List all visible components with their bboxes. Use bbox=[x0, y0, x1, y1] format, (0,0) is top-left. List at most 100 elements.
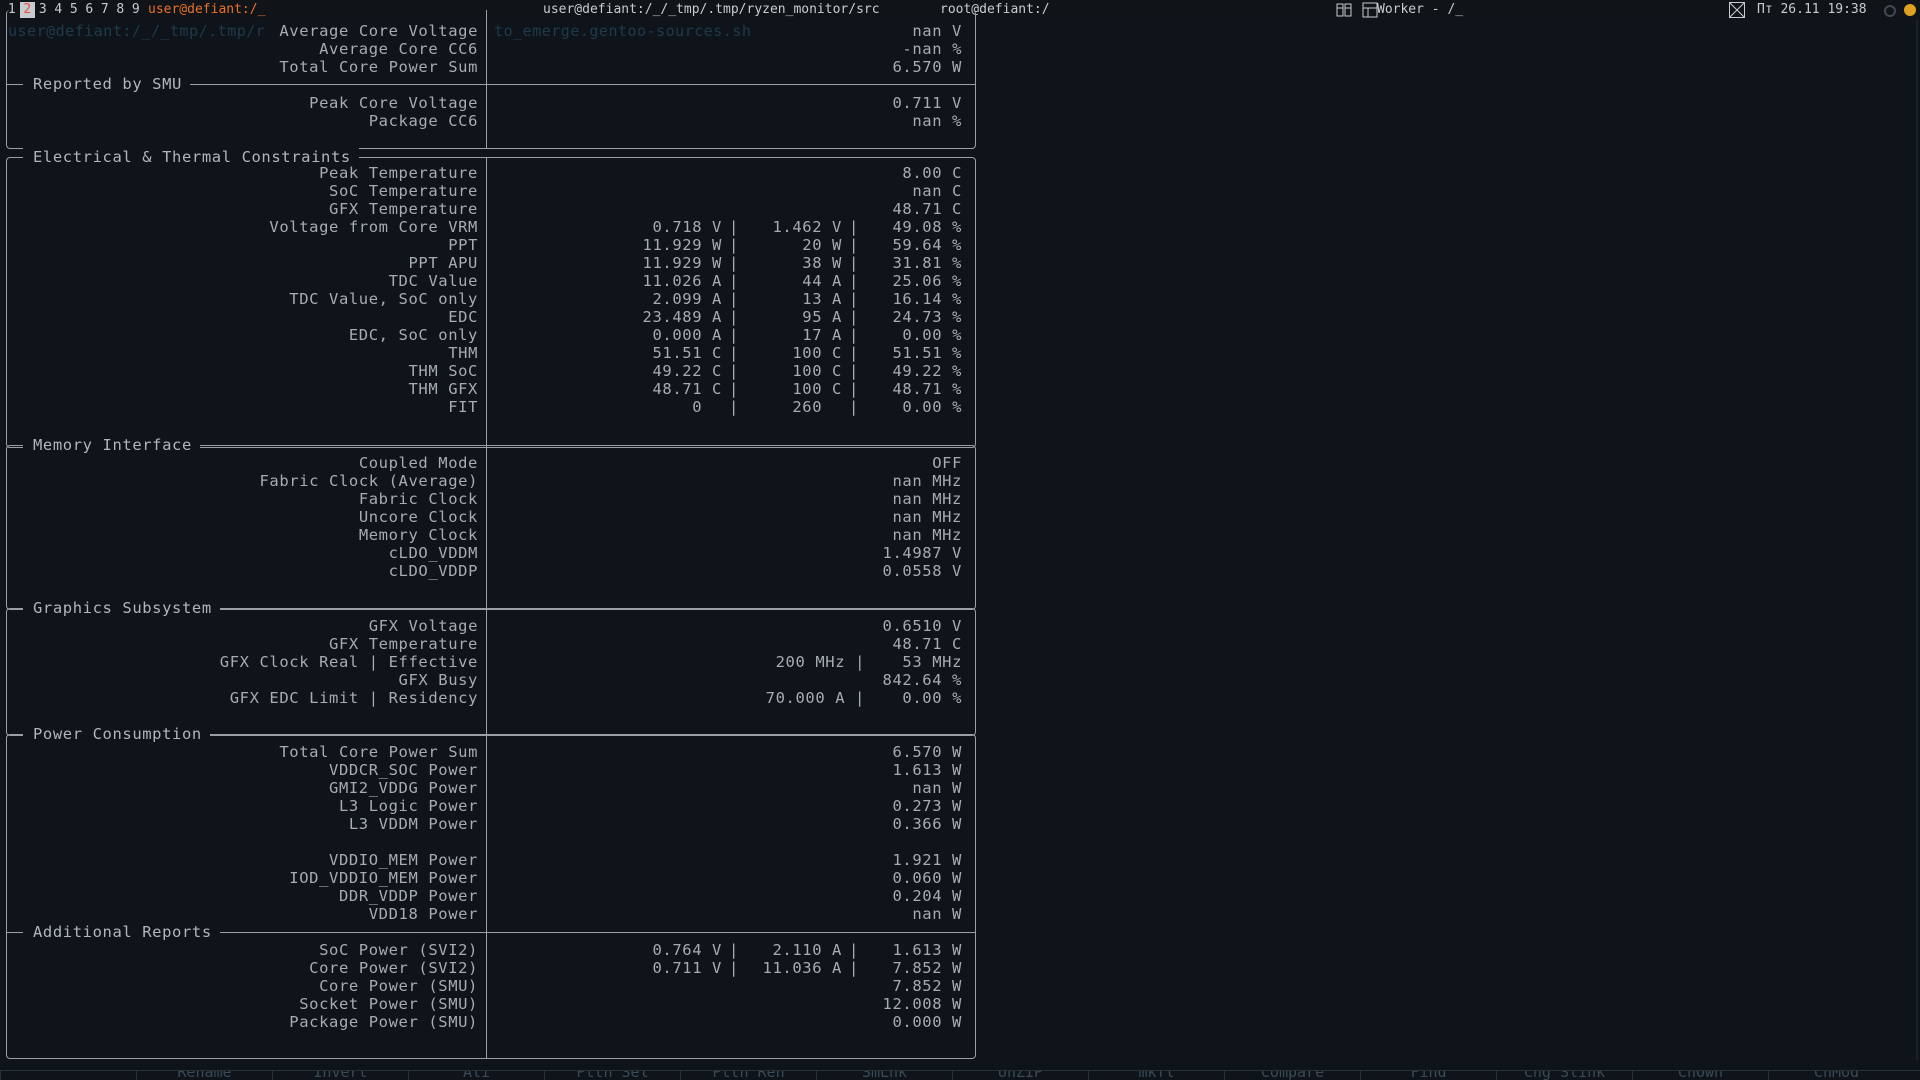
label: Average Core CC6 bbox=[319, 40, 478, 58]
power-row: VDDIO_MEM Power 1.921 W bbox=[7, 851, 975, 869]
row-label: DDR_VDDP Power bbox=[338, 887, 478, 905]
row-measured: 0.711 V bbox=[652, 959, 722, 977]
function-key-8[interactable]: UnZIP bbox=[952, 1071, 1088, 1080]
row-label: cLDO_VDDM bbox=[388, 544, 478, 562]
row-label: Voltage from Core VRM bbox=[269, 218, 478, 236]
row-value: 48.71 C bbox=[892, 200, 962, 218]
task-title[interactable]: Worker - /_ bbox=[1377, 2, 1463, 18]
row-limit: 11.036 A bbox=[762, 959, 842, 977]
function-key-9[interactable]: mkfl bbox=[1088, 1071, 1224, 1080]
row-limit: 44 A bbox=[802, 272, 842, 290]
section-title-graphics: Graphics Subsystem bbox=[23, 598, 220, 618]
row-value: 48.71 C bbox=[892, 635, 962, 653]
power-row: L3 Logic Power 0.273 W bbox=[7, 797, 975, 815]
terminal-app-icon bbox=[1362, 2, 1378, 18]
function-key-12[interactable]: Chg Slink bbox=[1496, 1071, 1632, 1080]
row-average-core-voltage: Average Core Voltage nan V bbox=[7, 22, 975, 40]
row-secondary: 200 MHz | bbox=[775, 653, 865, 671]
function-key-6[interactable]: Pttn Ren bbox=[680, 1071, 816, 1080]
electrical-row: Peak Temperature 8.00 C bbox=[7, 164, 975, 182]
row-value: 0.060 W bbox=[892, 869, 962, 887]
column-separator: | bbox=[849, 308, 859, 326]
keyboard-layout-icon[interactable] bbox=[1336, 2, 1352, 18]
function-key-11[interactable]: Find bbox=[1360, 1071, 1496, 1080]
row-label: THM GFX bbox=[408, 380, 478, 398]
function-key-7[interactable]: SmLnk bbox=[816, 1071, 952, 1080]
function-key-4[interactable]: Ali bbox=[408, 1071, 544, 1080]
label: Peak Core Voltage bbox=[309, 94, 478, 112]
column-separator: | bbox=[729, 941, 739, 959]
row-limit: 38 W bbox=[802, 254, 842, 272]
power-icon[interactable] bbox=[1882, 2, 1898, 18]
clock[interactable]: Пт 26.11 19:38 bbox=[1757, 2, 1867, 18]
function-key-2[interactable]: Rename bbox=[136, 1071, 272, 1080]
electrical-row: PPT 11.929 W 20 W | | 59.64 % bbox=[7, 236, 975, 254]
electrical-row: Voltage from Core VRM 0.718 V 1.462 V | | 49.… bbox=[7, 218, 975, 236]
row-value: 1.613 W bbox=[892, 941, 962, 959]
row-label: TDC Value bbox=[388, 272, 478, 290]
mail-icon[interactable] bbox=[1729, 2, 1745, 18]
row-value: 53 MHz bbox=[902, 653, 962, 671]
column-separator: | bbox=[849, 236, 859, 254]
power-row: VDDCR_SOC Power 1.613 W bbox=[7, 761, 975, 779]
column-separator: | bbox=[849, 272, 859, 290]
row-label: VDD18 Power bbox=[368, 905, 478, 923]
row-label: THM SoC bbox=[408, 362, 478, 380]
row-label: GFX Clock Real | Effective bbox=[219, 653, 478, 671]
row-label: L3 VDDM Power bbox=[348, 815, 478, 833]
power-row: L3 VDDM Power 0.366 W bbox=[7, 815, 975, 833]
additional-row: Core Power (SVI2) 0.711 V 11.036 A | | 7.852 … bbox=[7, 959, 975, 977]
terminal-scrollbar[interactable] bbox=[1916, 20, 1918, 1060]
row-measured: 23.489 A bbox=[642, 308, 722, 326]
function-key-5[interactable]: Pttn Sel bbox=[544, 1071, 680, 1080]
terminal-window[interactable]: user@defiant:/_/_tmp/.tmp/r to_emerge.ge… bbox=[0, 10, 1920, 1075]
row-label: Uncore Clock bbox=[358, 508, 478, 526]
row-value: OFF bbox=[932, 454, 962, 472]
power-row: VDD18 Power nan W bbox=[7, 905, 975, 923]
section-title-memory: Memory Interface bbox=[23, 435, 200, 455]
value: 6.570 W bbox=[892, 58, 962, 76]
label: Total Core Power Sum bbox=[279, 58, 478, 76]
electrical-row: THM SoC 49.22 C 100 C | | 49.22 % bbox=[7, 362, 975, 380]
row-measured: 48.71 C bbox=[652, 380, 722, 398]
row-secondary: 70.000 A | bbox=[765, 689, 865, 707]
row-value: 0.000 W bbox=[892, 1013, 962, 1031]
function-key-3[interactable]: Invert bbox=[272, 1071, 408, 1080]
function-key-bar[interactable]: Rename Invert Ali Pttn Sel Pttn Ren SmLnk UnZI… bbox=[0, 1070, 1920, 1080]
row-value: 16.14 % bbox=[892, 290, 962, 308]
function-key-1[interactable] bbox=[0, 1071, 136, 1080]
tray-icon[interactable] bbox=[1902, 2, 1918, 18]
row-limit: 260 bbox=[792, 398, 842, 416]
column-separator: | bbox=[729, 290, 739, 308]
additional-row: Package Power (SMU) 0.000 W bbox=[7, 1013, 975, 1031]
row-value: 1.4987 V bbox=[882, 544, 962, 562]
function-key-14[interactable]: ChMod bbox=[1768, 1071, 1904, 1080]
graphics-row: GFX Clock Real | Effective 200 MHz | 53 MH… bbox=[7, 653, 975, 671]
row-label: SoC Power (SVI2) bbox=[319, 941, 478, 959]
row-label: Total Core Power Sum bbox=[279, 743, 478, 761]
row-value: 7.852 W bbox=[892, 977, 962, 995]
row-label: SoC Temperature bbox=[329, 182, 478, 200]
row-value: 8.00 C bbox=[902, 164, 962, 182]
function-key-13[interactable]: ChOwn bbox=[1632, 1071, 1768, 1080]
graphics-row: GFX EDC Limit | Residency 70.000 A | 0.00 … bbox=[7, 689, 975, 707]
row-label: Socket Power (SMU) bbox=[299, 995, 478, 1013]
row-label: cLDO_VDDP bbox=[388, 562, 478, 580]
row-label: Package Power (SMU) bbox=[289, 1013, 478, 1031]
row-label: Fabric Clock bbox=[358, 490, 478, 508]
electrical-row: TDC Value 11.026 A 44 A | | 25.06 % bbox=[7, 272, 975, 290]
value: 0.711 V bbox=[892, 94, 962, 112]
row-label: Core Power (SMU) bbox=[319, 977, 478, 995]
row-label: Coupled Mode bbox=[358, 454, 478, 472]
additional-row: Core Power (SMU) 7.852 W bbox=[7, 977, 975, 995]
row-label: THM bbox=[448, 344, 478, 362]
row-value: 25.06 % bbox=[892, 272, 962, 290]
memory-row: Uncore Clock nan MHz bbox=[7, 508, 975, 526]
row-value: nan C bbox=[912, 182, 962, 200]
function-key-10[interactable]: Compare bbox=[1224, 1071, 1360, 1080]
electrical-row: EDC, SoC only 0.000 A 17 A | | 0.00 % bbox=[7, 326, 975, 344]
power-row: DDR_VDDP Power 0.204 W bbox=[7, 887, 975, 905]
value: -nan % bbox=[902, 40, 962, 58]
power-row bbox=[7, 833, 975, 851]
power-row: IOD_VDDIO_MEM Power 0.060 W bbox=[7, 869, 975, 887]
